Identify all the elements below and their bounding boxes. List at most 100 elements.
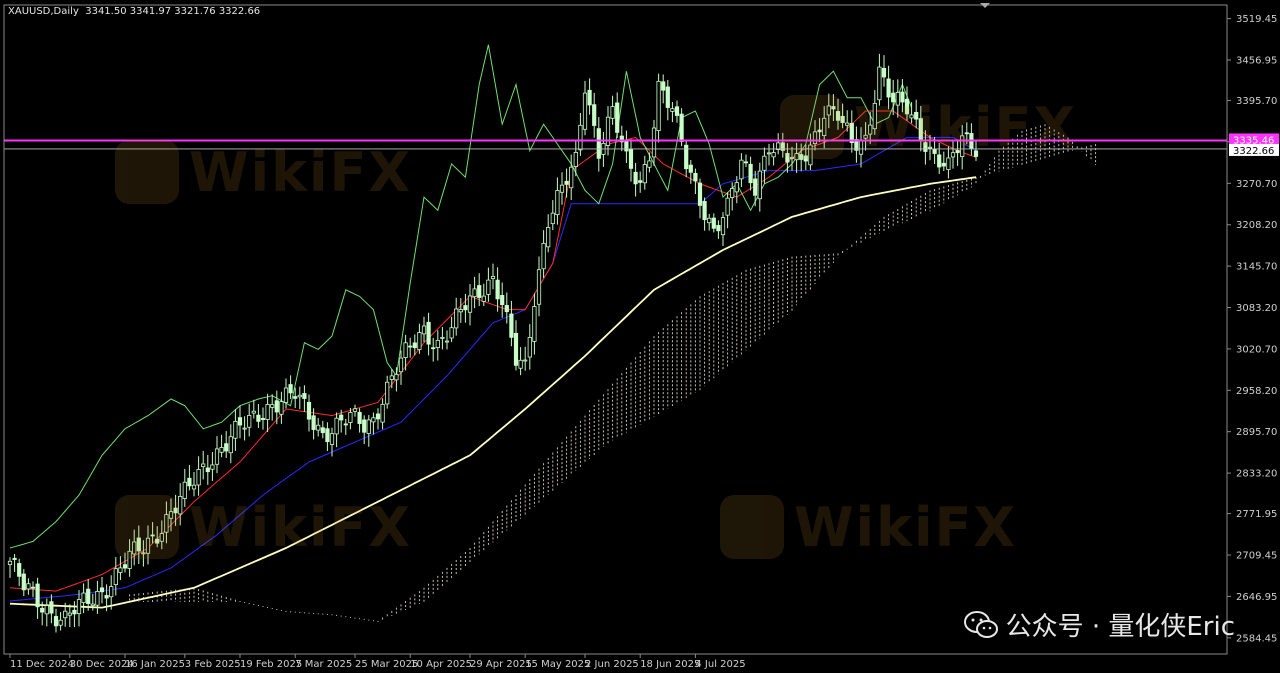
candle-body bbox=[30, 586, 36, 589]
candle-body bbox=[555, 190, 560, 216]
candle-body bbox=[661, 81, 666, 91]
candle-body bbox=[417, 332, 422, 350]
candle-body bbox=[343, 423, 348, 426]
candle-body bbox=[550, 212, 555, 225]
wikifx-text: WikiFX bbox=[189, 495, 413, 559]
candle-body bbox=[444, 340, 450, 343]
candle-body bbox=[472, 288, 477, 298]
candle-body bbox=[279, 401, 284, 415]
wechat-watermark: 公众号 · 量化侠Eric bbox=[963, 606, 1235, 643]
candle-body bbox=[674, 106, 680, 116]
candle-body bbox=[702, 201, 707, 221]
candle-body bbox=[688, 164, 693, 173]
candle-body bbox=[946, 157, 951, 171]
y-tick-label: 2771.95 bbox=[1236, 509, 1277, 520]
candle-body bbox=[122, 564, 128, 569]
candle-body bbox=[403, 342, 408, 358]
wikifx-logo-icon bbox=[115, 140, 179, 204]
candle-body bbox=[753, 178, 758, 196]
wikifx-watermark: WikiFX bbox=[780, 95, 1077, 159]
candle-body bbox=[638, 180, 643, 183]
candle-body bbox=[233, 420, 238, 439]
x-tick-label: 19 Feb 2025 bbox=[240, 659, 302, 670]
candle-body bbox=[541, 242, 546, 270]
x-tick-label: 4 Jul 2025 bbox=[695, 659, 745, 670]
x-tick-label: 3 Feb 2025 bbox=[185, 659, 241, 670]
candle-body bbox=[881, 67, 887, 78]
candle-body bbox=[748, 163, 753, 184]
candle-body bbox=[306, 401, 312, 420]
candle-body bbox=[467, 295, 473, 313]
candle-body bbox=[44, 605, 49, 615]
candle-body bbox=[527, 337, 532, 358]
candle-body bbox=[242, 427, 247, 430]
candle-body bbox=[90, 603, 95, 607]
x-tick-label: 2 Jun 2025 bbox=[585, 659, 639, 670]
y-tick-label: 3456.95 bbox=[1236, 55, 1277, 66]
x-tick-label: 11 Dec 2024 bbox=[10, 659, 74, 670]
candle-body bbox=[297, 394, 302, 398]
candle-body bbox=[941, 162, 946, 167]
candle-body bbox=[670, 108, 675, 112]
candle-body bbox=[260, 418, 266, 420]
candle-body bbox=[513, 332, 519, 366]
candle-body bbox=[716, 225, 721, 232]
x-tick-label: 18 Jun 2025 bbox=[640, 659, 700, 670]
candle-body bbox=[251, 410, 256, 414]
candle-body bbox=[569, 166, 574, 189]
candle-body bbox=[219, 447, 224, 453]
candle-body bbox=[743, 161, 749, 164]
candle-body bbox=[362, 419, 367, 433]
candle-body bbox=[17, 563, 22, 577]
candle-body bbox=[656, 80, 661, 132]
candle-body bbox=[573, 151, 578, 167]
wechat-icon bbox=[963, 610, 998, 639]
candle-body bbox=[366, 419, 371, 434]
candle-body bbox=[12, 557, 17, 560]
candle-body bbox=[191, 484, 197, 490]
y-tick-label: 3145.70 bbox=[1236, 262, 1277, 273]
wikifx-text: WikiFX bbox=[189, 140, 413, 204]
candle-body bbox=[693, 172, 698, 182]
y-tick-label: 3270.70 bbox=[1236, 179, 1277, 190]
y-tick-label: 3208.20 bbox=[1236, 220, 1277, 231]
y-tick-label: 3519.45 bbox=[1236, 14, 1277, 25]
candle-body bbox=[651, 127, 657, 158]
symbol-label: XAUUSD,Daily bbox=[8, 6, 79, 17]
candle-body bbox=[375, 413, 381, 420]
candle-body bbox=[325, 428, 330, 443]
wikifx-logo-icon bbox=[720, 495, 784, 559]
candle-body bbox=[385, 381, 390, 405]
candle-body bbox=[348, 412, 353, 423]
candle-body bbox=[490, 275, 496, 279]
candle-body bbox=[196, 469, 201, 486]
candle-body bbox=[633, 171, 638, 185]
candle-body bbox=[81, 592, 86, 604]
candle-body bbox=[766, 152, 772, 155]
candle-body bbox=[283, 387, 289, 403]
y-tick-label: 2833.20 bbox=[1236, 469, 1277, 480]
candle-body bbox=[53, 616, 59, 627]
candle-body bbox=[449, 327, 454, 339]
candle-body bbox=[21, 573, 26, 591]
candle-body bbox=[665, 86, 670, 108]
candle-body bbox=[380, 403, 385, 423]
ohlc-values: 3341.50 3341.97 3321.76 3322.66 bbox=[85, 6, 261, 17]
y-tick-label: 2895.70 bbox=[1236, 427, 1277, 438]
candle-body bbox=[334, 417, 339, 435]
price-chart[interactable]: 3519.453456.953395.703333.453270.703208.… bbox=[0, 0, 1280, 673]
candle-body bbox=[610, 106, 615, 119]
candle-body bbox=[224, 443, 229, 452]
wikifx-logo-icon bbox=[780, 95, 844, 159]
candle-body bbox=[99, 587, 105, 593]
candle-body bbox=[647, 160, 652, 168]
x-tick-label: 10 Apr 2025 bbox=[410, 659, 472, 670]
y-tick-label: 2709.45 bbox=[1236, 551, 1277, 562]
candle-body bbox=[293, 396, 298, 399]
candle-body bbox=[412, 342, 417, 349]
candle-body bbox=[394, 373, 399, 381]
candle-body bbox=[357, 411, 362, 424]
candle-body bbox=[559, 184, 565, 193]
candle-body bbox=[582, 92, 588, 130]
x-tick-label: 29 Apr 2025 bbox=[470, 659, 532, 670]
